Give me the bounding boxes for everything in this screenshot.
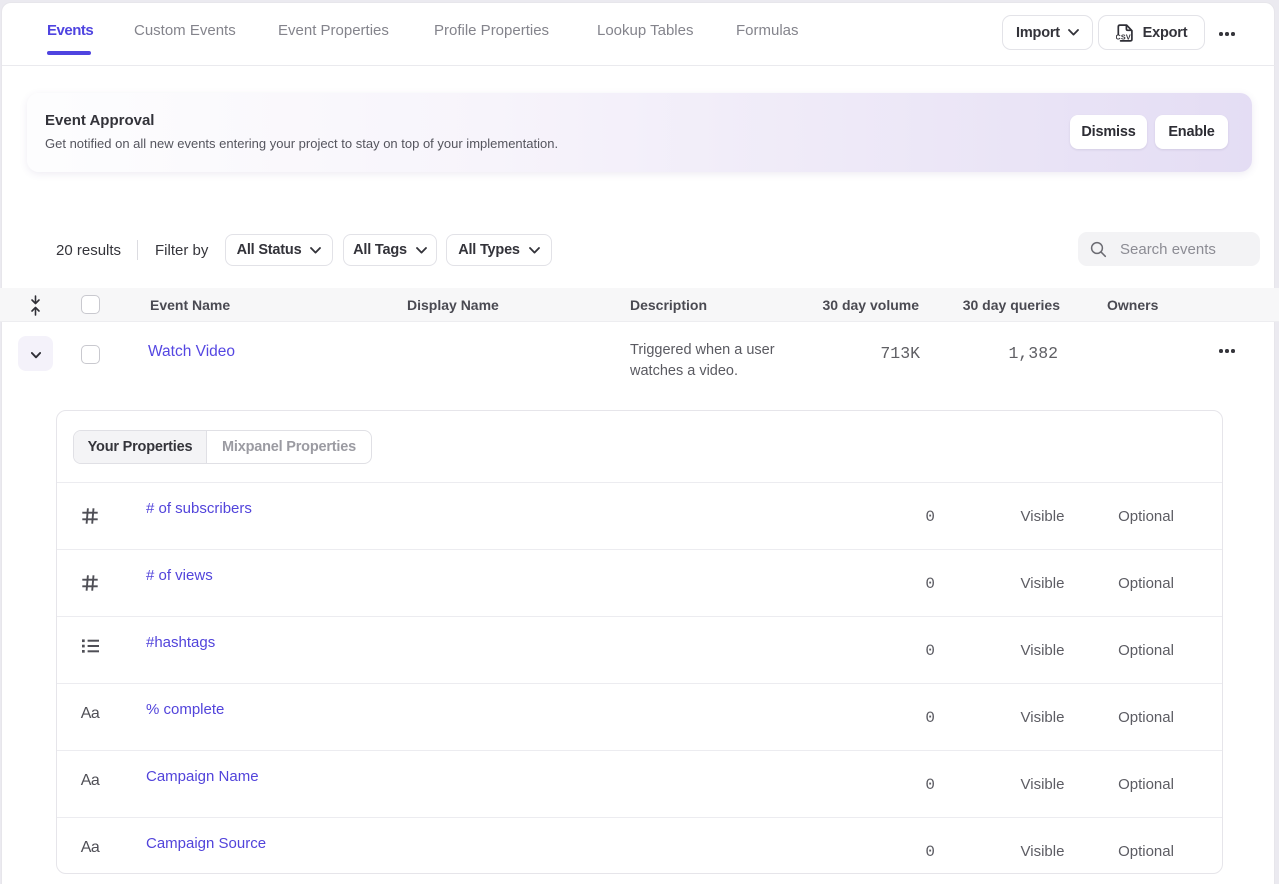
svg-text:CSV: CSV xyxy=(1116,32,1131,41)
